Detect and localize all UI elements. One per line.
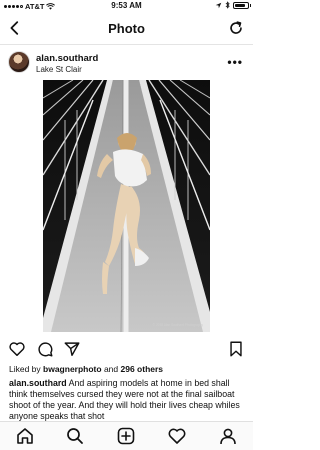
nav-divider [0, 44, 253, 45]
battery-fill [235, 3, 246, 7]
caption-username[interactable]: alan.southard [9, 378, 67, 388]
post-username[interactable]: alan.southard [36, 53, 98, 64]
post-photo[interactable]: © 2018 Alan Southard Photography [43, 80, 210, 332]
post-actions [0, 338, 253, 360]
more-options-icon[interactable]: ••• [227, 55, 243, 69]
battery-icon [233, 1, 251, 9]
bookmark-icon[interactable] [227, 340, 245, 358]
refresh-icon[interactable] [227, 19, 245, 37]
photo-watermark: © 2018 Alan Southard Photography [153, 323, 204, 327]
status-right [215, 1, 251, 9]
comment-icon[interactable] [36, 340, 54, 358]
likes-prefix: Liked by [9, 364, 44, 374]
heart-icon[interactable] [8, 340, 26, 358]
search-icon[interactable] [65, 426, 85, 446]
add-post-icon[interactable] [116, 426, 136, 446]
post-location[interactable]: Lake St Clair [36, 65, 82, 74]
likes-summary: Liked by bwagnerphoto and 296 others [9, 364, 163, 374]
nav-bar: Photo [0, 14, 253, 44]
sailboat-photo-image: © 2018 Alan Southard Photography [43, 80, 210, 332]
status-bar: AT&T 9:53 AM [0, 0, 253, 12]
post-caption: alan.southard And aspiring models at hom… [9, 378, 246, 422]
location-arrow-icon [215, 2, 222, 8]
share-icon[interactable] [63, 340, 81, 358]
activity-heart-icon[interactable] [167, 426, 187, 446]
likes-user-link[interactable]: bwagnerphoto [43, 364, 102, 374]
tab-bar [0, 421, 253, 450]
post-header: alan.southard Lake St Clair ••• [0, 46, 253, 80]
page-title: Photo [108, 21, 145, 36]
avatar[interactable] [8, 51, 30, 73]
bluetooth-icon [225, 1, 230, 9]
likes-others-link[interactable]: 296 others [121, 364, 164, 374]
likes-middle: and [101, 364, 121, 374]
profile-icon[interactable] [218, 426, 238, 446]
home-icon[interactable] [15, 426, 35, 446]
